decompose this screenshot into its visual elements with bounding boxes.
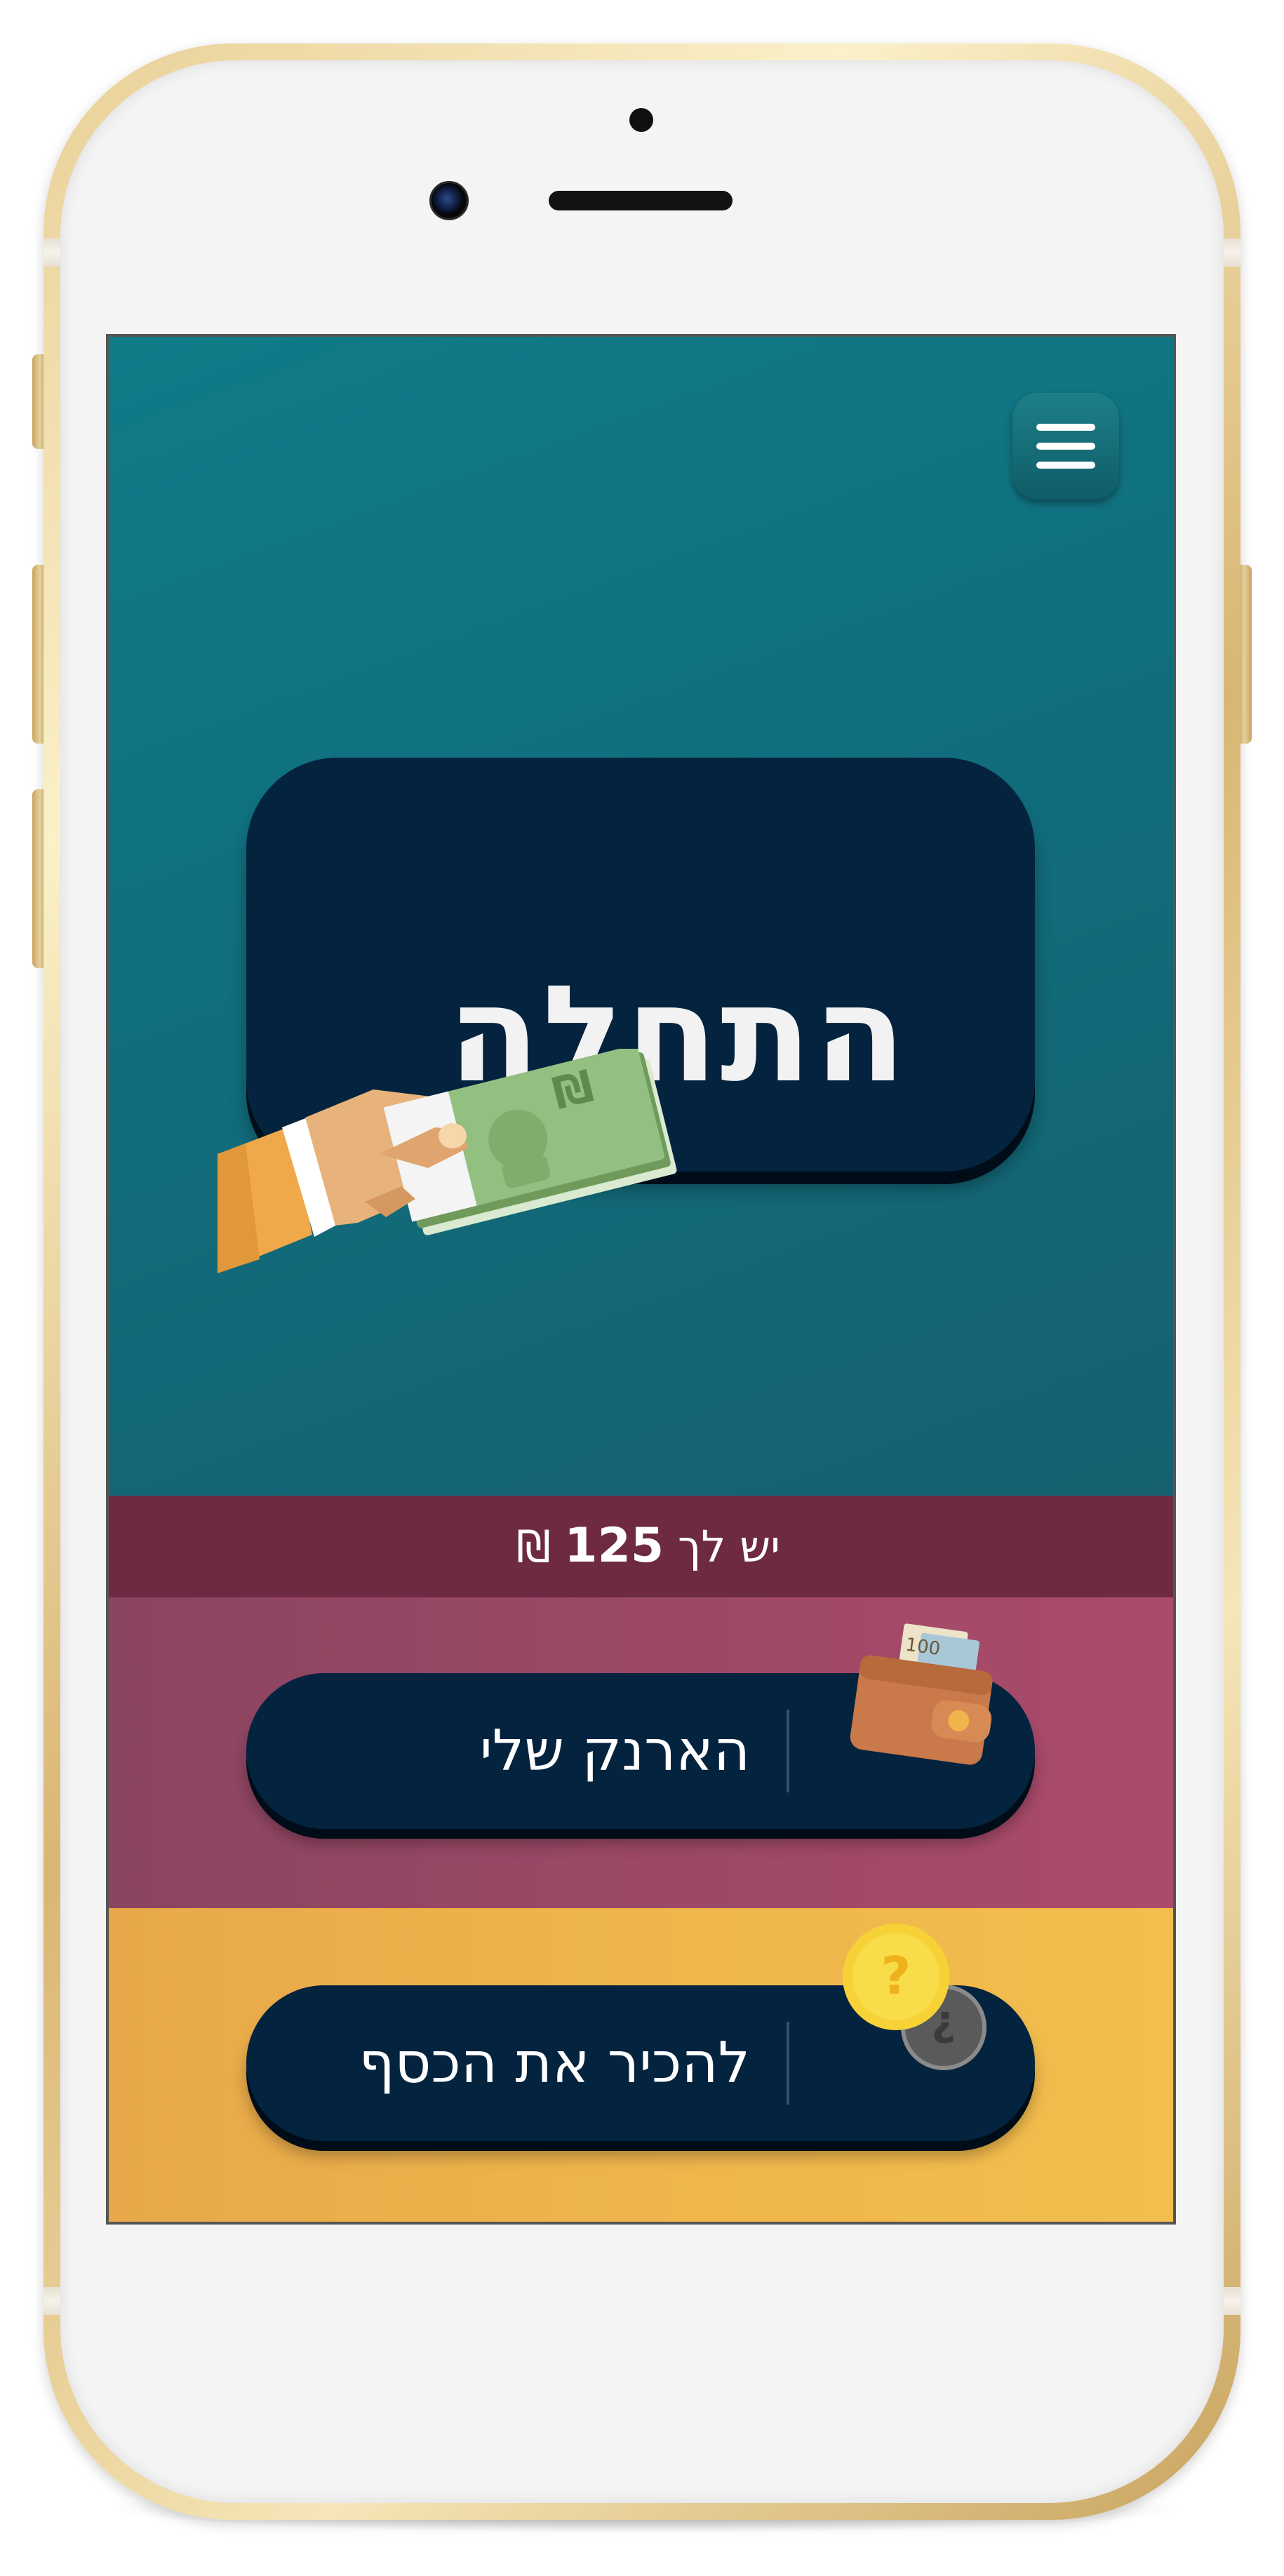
wallet-icon: 100 — [850, 1623, 993, 1765]
menu-button[interactable] — [1012, 393, 1119, 499]
balance-amount: 125 — [564, 1518, 664, 1574]
know-money-label: להכיר את הכסף — [359, 2030, 750, 2095]
currency-symbol: ₪ — [516, 1521, 551, 1572]
coins-question-icon: ? ? — [843, 1924, 987, 2070]
my-wallet-label: הארנק שלי — [479, 1718, 750, 1783]
front-camera — [429, 181, 469, 220]
coin-mark-front: ? — [881, 1946, 911, 2006]
balance-bar: יש לך 125 ₪ — [109, 1496, 1173, 1597]
hand-holding-banknote-icon: ₪ — [218, 1049, 677, 1273]
button-divider — [787, 1710, 789, 1792]
balance-prefix: יש לך — [677, 1521, 780, 1572]
app-screen: התחלה ₪ יש לך 125 ₪ הארנק שלי 100 להכיר … — [109, 337, 1173, 2222]
earpiece-speaker — [549, 191, 733, 210]
balance-text: יש לך 125 ₪ — [516, 1521, 780, 1572]
button-divider — [787, 2022, 789, 2105]
start-section: התחלה ₪ — [109, 337, 1173, 1496]
proximity-sensor — [629, 108, 653, 132]
